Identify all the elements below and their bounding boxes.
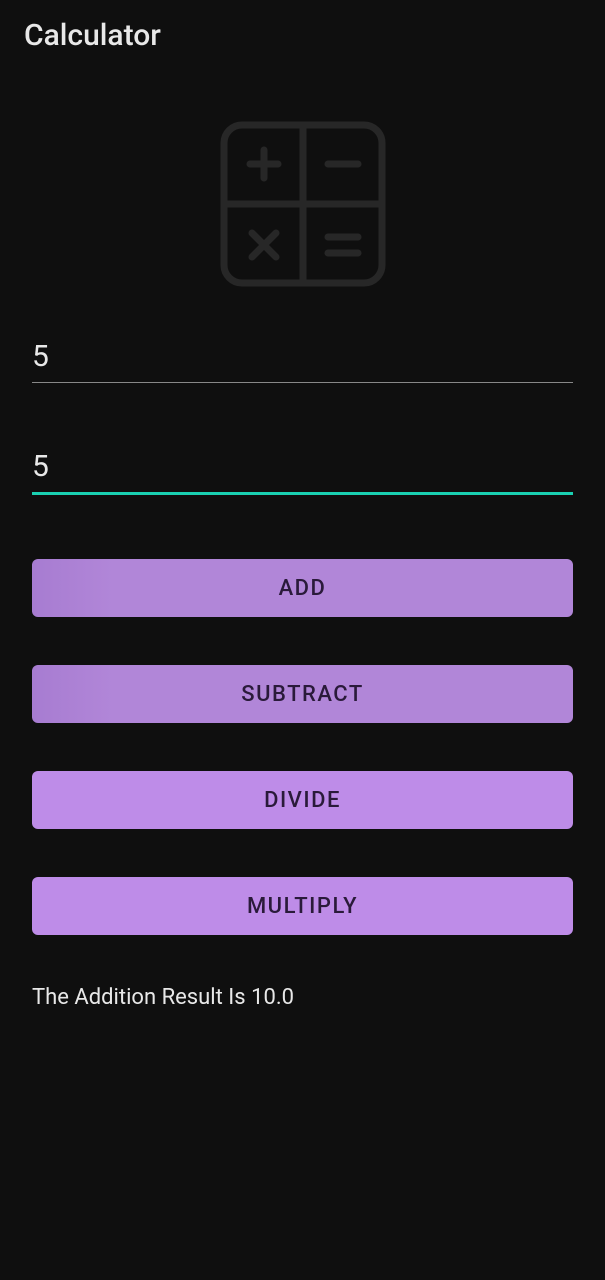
divide-button[interactable]: DIVIDE bbox=[32, 771, 573, 829]
multiply-button[interactable]: MULTIPLY bbox=[32, 877, 573, 935]
button-group: ADD SUBTRACT DIVIDE MULTIPLY bbox=[32, 559, 573, 935]
second-number-input[interactable] bbox=[32, 441, 573, 495]
app-header: Calculator bbox=[0, 0, 605, 71]
result-text: The Addition Result Is 10.0 bbox=[32, 985, 573, 1010]
main-content: ADD SUBTRACT DIVIDE MULTIPLY The Additio… bbox=[0, 71, 605, 1010]
calculator-icon bbox=[32, 119, 573, 289]
subtract-button[interactable]: SUBTRACT bbox=[32, 665, 573, 723]
first-number-input[interactable] bbox=[32, 331, 573, 383]
page-title: Calculator bbox=[24, 18, 581, 53]
add-button[interactable]: ADD bbox=[32, 559, 573, 617]
